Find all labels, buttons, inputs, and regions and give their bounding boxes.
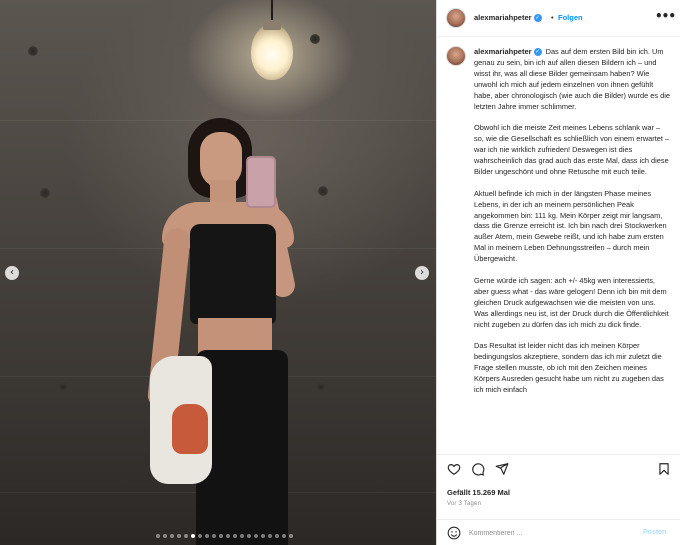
sports-top <box>190 224 276 324</box>
carousel-dot <box>219 534 223 538</box>
caption-paragraph: Aktuell befinde ich mich in der längsten… <box>474 188 667 264</box>
carousel-dot <box>289 534 293 538</box>
carousel-prev-button[interactable]: ‹ <box>5 266 19 280</box>
carousel-dot <box>163 534 167 538</box>
wall-tie-hole <box>40 188 50 198</box>
carousel-dot <box>226 534 230 538</box>
caption-text: alexmariahpeter ✓ Das auf dem ersten Bild… <box>474 47 670 407</box>
caption-paragraph: Obwohl ich die meiste Zeit meines Lebens… <box>474 123 670 176</box>
post-photo[interactable]: ‹ › <box>0 0 436 545</box>
like-count[interactable]: Gefällt 15.269 Mal <box>447 488 510 497</box>
wall-tie-hole <box>28 46 38 56</box>
post-modal: ‹ › alexmariahpeter ✓ • Folgen ••• alexma… <box>0 0 680 545</box>
carousel-dot <box>191 534 195 538</box>
light-bulb <box>251 24 293 80</box>
post-side-panel: alexmariahpeter ✓ • Folgen ••• alexmariah… <box>436 0 680 545</box>
verified-icon: ✓ <box>533 48 542 57</box>
share-icon[interactable] <box>495 462 509 476</box>
wall-tie-hole <box>310 34 320 44</box>
caption-username[interactable]: alexmariahpeter ✓ <box>474 47 542 57</box>
post-comment-button[interactable]: Posten <box>643 529 666 536</box>
heart-icon[interactable] <box>447 462 461 476</box>
caption-paragraph-text: Das auf dem ersten Bild bin ich. Um gena… <box>474 47 670 111</box>
comment-input[interactable] <box>469 526 629 540</box>
verified-icon: ✓ <box>533 14 542 23</box>
carousel-dot <box>170 534 174 538</box>
wall-tie-hole <box>318 186 328 196</box>
caption-paragraph: alexmariahpeter ✓ Das auf dem ersten Bild… <box>474 47 670 112</box>
carousel-dot <box>275 534 279 538</box>
midriff <box>198 318 272 354</box>
username-text[interactable]: alexmariahpeter <box>474 13 532 22</box>
avatar[interactable] <box>446 8 466 28</box>
username-link[interactable]: alexmariahpeter ✓ <box>474 13 542 23</box>
carousel-dot <box>177 534 181 538</box>
carousel-next-button[interactable]: › <box>415 266 429 280</box>
carousel-dot <box>212 534 216 538</box>
carousel-dot <box>282 534 286 538</box>
carousel-dot <box>268 534 272 538</box>
caption-paragraph: Das Resultat ist leider nicht das ich me… <box>474 341 664 395</box>
carousel-dot <box>156 534 160 538</box>
follow-button[interactable]: Folgen <box>558 13 583 22</box>
carousel-dot <box>240 534 244 538</box>
emoji-icon[interactable] <box>447 526 461 540</box>
wall-tie-hole <box>316 382 326 392</box>
comment-icon[interactable] <box>471 462 485 476</box>
drink-bottle <box>172 404 208 454</box>
carousel-dot <box>261 534 265 538</box>
username-text[interactable]: alexmariahpeter <box>474 47 532 56</box>
bulb-socket <box>263 20 281 30</box>
carousel-dot <box>233 534 237 538</box>
post-header: alexmariahpeter ✓ • Folgen ••• <box>437 0 680 37</box>
carousel-dot <box>198 534 202 538</box>
carousel-dot <box>205 534 209 538</box>
person-figure <box>146 118 310 545</box>
carousel-dot <box>184 534 188 538</box>
smartphone <box>246 156 276 208</box>
post-timestamp[interactable]: Vor 3 Tagen <box>447 501 481 507</box>
carousel-indicator <box>156 534 293 540</box>
more-icon[interactable]: ••• <box>655 9 676 23</box>
wall-tie-hole <box>58 382 68 392</box>
caption-area[interactable]: alexmariahpeter ✓ Das auf dem ersten Bild… <box>437 38 680 454</box>
action-bar: Gefällt 15.269 Mal Vor 3 Tagen Posten <box>437 454 680 544</box>
carousel-dot <box>254 534 258 538</box>
carousel-dot <box>247 534 251 538</box>
separator-dot: • <box>551 13 554 22</box>
caption-paragraph: Gerne würde ich sagen: ach +/- 45kg wen … <box>474 275 669 329</box>
bookmark-icon[interactable] <box>657 462 671 476</box>
comment-bar: Posten <box>437 519 680 545</box>
avatar[interactable] <box>446 46 466 66</box>
